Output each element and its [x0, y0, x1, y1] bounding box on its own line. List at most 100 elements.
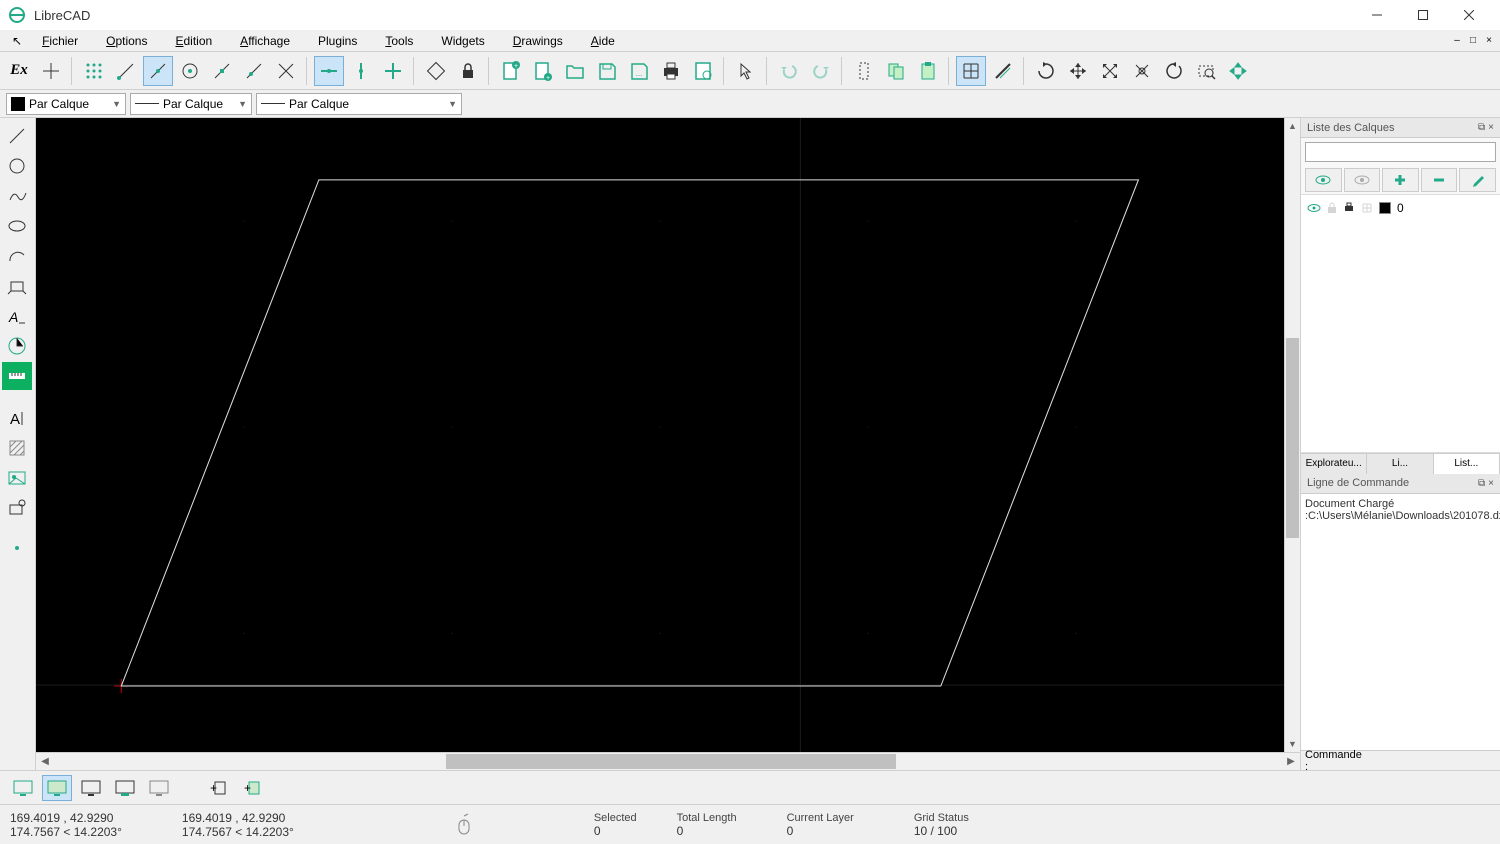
mdi-close-icon[interactable]: ×: [1482, 35, 1496, 46]
zoom-previous-button[interactable]: [1159, 56, 1189, 86]
snap-middle-button[interactable]: [207, 56, 237, 86]
layer-filter-input[interactable]: [1305, 142, 1496, 162]
menu-drawings[interactable]: Drawings: [499, 32, 577, 50]
lineweight-select[interactable]: Par Calque ▼: [256, 93, 462, 115]
menubar-pointer-icon[interactable]: ↖: [6, 34, 28, 48]
layer-print-icon[interactable]: [1343, 202, 1355, 214]
menu-widgets[interactable]: Widgets: [427, 32, 498, 50]
pointer-button[interactable]: [731, 56, 761, 86]
tab-list[interactable]: List...: [1434, 454, 1500, 474]
scroll-up-button[interactable]: ▲: [1285, 118, 1300, 134]
polyline-tool[interactable]: [2, 272, 32, 300]
menu-tools[interactable]: Tools: [371, 32, 427, 50]
ex-order-button[interactable]: Ex: [4, 56, 34, 86]
zoom-window-button[interactable]: [1191, 56, 1221, 86]
hatch-tool[interactable]: [2, 434, 32, 462]
new-template-button[interactable]: +: [528, 56, 558, 86]
view-tab-1[interactable]: [8, 775, 38, 801]
layer-hide-all-button[interactable]: [1344, 168, 1381, 192]
layer-show-all-button[interactable]: [1305, 168, 1342, 192]
view-tab-4[interactable]: [110, 775, 140, 801]
print-button[interactable]: [656, 56, 686, 86]
tab-li[interactable]: Li...: [1367, 454, 1433, 474]
linetype-select[interactable]: Par Calque ▼: [130, 93, 252, 115]
minimize-button[interactable]: [1354, 0, 1400, 30]
scroll-down-button[interactable]: ▼: [1285, 736, 1300, 752]
zoom-pan-button[interactable]: [1223, 56, 1253, 86]
menu-aide[interactable]: Aide: [577, 32, 629, 50]
save-as-button[interactable]: ...: [624, 56, 654, 86]
save-view-button[interactable]: +: [236, 775, 266, 801]
paste-button[interactable]: [913, 56, 943, 86]
cut-button[interactable]: [849, 56, 879, 86]
maximize-button[interactable]: [1400, 0, 1446, 30]
snap-grid-button[interactable]: [79, 56, 109, 86]
open-file-button[interactable]: [560, 56, 590, 86]
zoom-auto-button[interactable]: [1127, 56, 1157, 86]
view-tab-2[interactable]: [42, 775, 72, 801]
view-tab-3[interactable]: [76, 775, 106, 801]
layers-panel-float-icon[interactable]: ⧉: [1478, 122, 1485, 133]
color-select[interactable]: Par Calque ▼: [6, 93, 126, 115]
ellipse-tool[interactable]: [2, 212, 32, 240]
zoom-out-button[interactable]: [1095, 56, 1125, 86]
menu-plugins[interactable]: Plugins: [304, 32, 371, 50]
horizontal-scroll-thumb[interactable]: [446, 754, 896, 769]
snap-free-button[interactable]: [36, 56, 66, 86]
undo-button[interactable]: [774, 56, 804, 86]
horizontal-scrollbar[interactable]: ◀ ▶: [36, 752, 1300, 770]
copy-button[interactable]: [881, 56, 911, 86]
dimension-tool[interactable]: [2, 332, 32, 360]
arc-tool[interactable]: [2, 242, 32, 270]
tab-explorer[interactable]: Explorateu...: [1301, 454, 1367, 474]
cmd-panel-close-icon[interactable]: ×: [1488, 478, 1494, 489]
grid-toggle-button[interactable]: [956, 56, 986, 86]
view-tab-5[interactable]: [144, 775, 174, 801]
zoom-in-button[interactable]: [1063, 56, 1093, 86]
mdi-minimize-icon[interactable]: –: [1450, 35, 1464, 46]
layer-item-0[interactable]: 0: [1305, 199, 1496, 217]
menu-affichage[interactable]: Affichage: [226, 32, 304, 50]
vertical-scrollbar[interactable]: ▲ ▼: [1284, 118, 1300, 752]
circle-tool[interactable]: [2, 152, 32, 180]
draft-mode-button[interactable]: [988, 56, 1018, 86]
redo-button[interactable]: [806, 56, 836, 86]
close-button[interactable]: [1446, 0, 1492, 30]
line-tool[interactable]: [2, 122, 32, 150]
print-preview-button[interactable]: [688, 56, 718, 86]
vertical-scroll-thumb[interactable]: [1286, 338, 1299, 538]
restrict-horizontal-button[interactable]: [314, 56, 344, 86]
layer-add-button[interactable]: [1382, 168, 1419, 192]
layer-edit-button[interactable]: [1459, 168, 1496, 192]
scroll-left-button[interactable]: ◀: [36, 753, 54, 770]
layers-panel-close-icon[interactable]: ×: [1488, 122, 1494, 133]
snap-on-entity-button[interactable]: [143, 56, 173, 86]
menu-options[interactable]: Options: [92, 32, 161, 50]
drawing-canvas[interactable]: [36, 118, 1284, 752]
snap-distance-button[interactable]: [239, 56, 269, 86]
new-file-button[interactable]: +: [496, 56, 526, 86]
layer-remove-button[interactable]: [1421, 168, 1458, 192]
mtext-tool[interactable]: A: [2, 404, 32, 432]
command-input[interactable]: [1366, 753, 1500, 768]
add-view-button[interactable]: +: [202, 775, 232, 801]
layer-lock-icon[interactable]: [1327, 202, 1337, 214]
set-relative-zero-button[interactable]: [421, 56, 451, 86]
lock-relative-zero-button[interactable]: [453, 56, 483, 86]
spline-tool[interactable]: [2, 182, 32, 210]
redraw-button[interactable]: [1031, 56, 1061, 86]
snap-center-button[interactable]: [175, 56, 205, 86]
restrict-orthogonal-button[interactable]: [378, 56, 408, 86]
cmd-panel-float-icon[interactable]: ⧉: [1478, 478, 1485, 489]
block-tool[interactable]: [2, 494, 32, 522]
save-file-button[interactable]: [592, 56, 622, 86]
snap-intersection-button[interactable]: [271, 56, 301, 86]
layer-visible-icon[interactable]: [1307, 202, 1321, 214]
restrict-vertical-button[interactable]: [346, 56, 376, 86]
menu-edition[interactable]: Edition: [161, 32, 226, 50]
measure-tool[interactable]: [2, 362, 32, 390]
mdi-restore-icon[interactable]: □: [1466, 35, 1480, 46]
snap-endpoint-button[interactable]: [111, 56, 141, 86]
layer-construct-icon[interactable]: [1361, 202, 1373, 214]
image-tool[interactable]: [2, 464, 32, 492]
